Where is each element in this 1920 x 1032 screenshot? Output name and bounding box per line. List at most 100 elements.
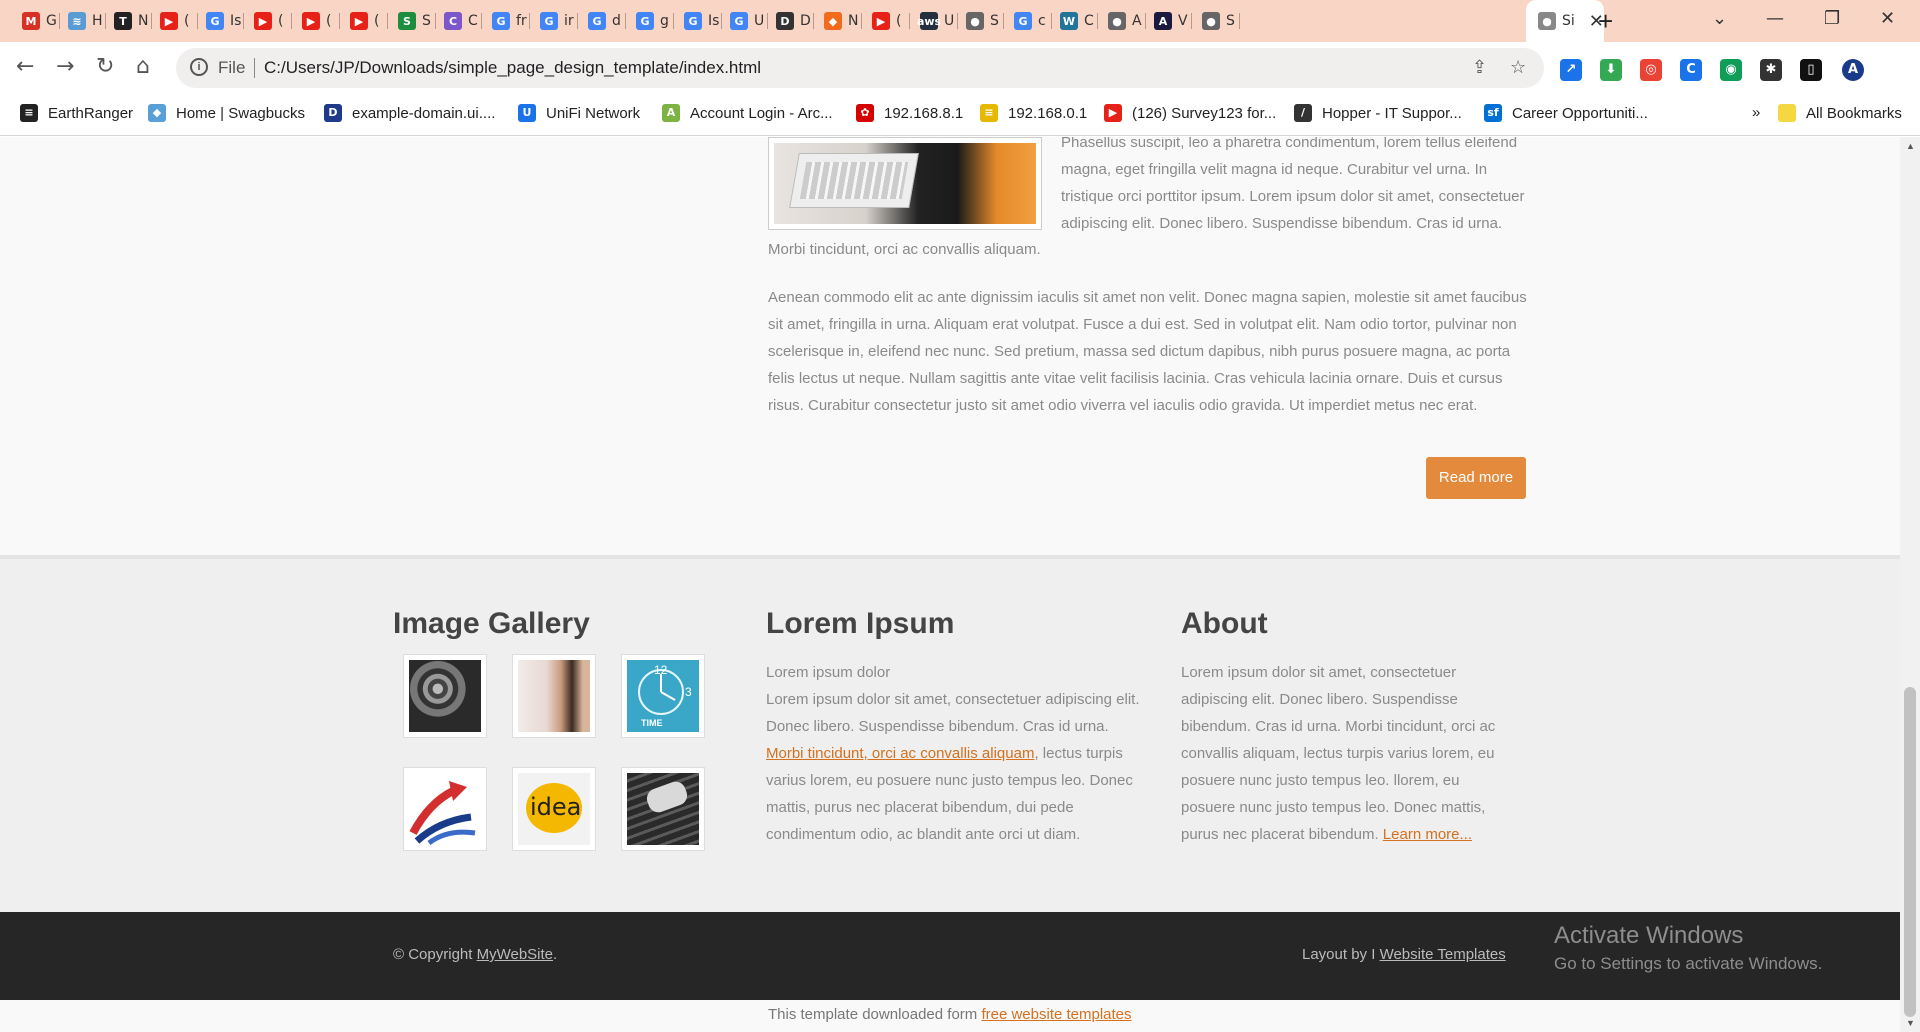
- copyright: © Copyright MyWebSite.: [393, 946, 557, 963]
- bookmark-0[interactable]: ≡ EarthRanger: [20, 104, 133, 122]
- tab-16[interactable]: DD: [768, 6, 814, 36]
- tab-9[interactable]: CC: [436, 6, 482, 36]
- bookmark-2[interactable]: Dexample-domain.ui....: [324, 104, 495, 122]
- bookmark-favicon-icon: D: [324, 104, 342, 122]
- tab-22[interactable]: WC: [1052, 6, 1098, 36]
- extension-icon-2[interactable]: ◎: [1640, 59, 1662, 81]
- tab-favicon-icon: ▶: [872, 12, 890, 30]
- tab-24[interactable]: AV: [1146, 6, 1192, 36]
- bookmark-favicon-icon: ◆: [148, 104, 166, 122]
- tab-separator: [481, 13, 482, 29]
- tab-12[interactable]: Gd: [580, 6, 626, 36]
- bookmarks-more-button[interactable]: »: [1742, 104, 1760, 121]
- bookmark-3[interactable]: U UniFi Network: [518, 104, 640, 122]
- credit-prefix: This template downloaded form: [768, 1006, 982, 1023]
- extension-icon-1[interactable]: ⬇: [1600, 59, 1622, 81]
- lorem-intro: Lorem ipsum dolor: [766, 664, 891, 681]
- gallery-thumb-idea[interactable]: idea: [512, 767, 596, 851]
- tab-17[interactable]: ◆ N: [816, 6, 862, 36]
- tab-favicon-icon: G: [636, 12, 654, 30]
- tab-5[interactable]: ▶(: [246, 6, 292, 36]
- learn-more-link[interactable]: Learn more...: [1383, 826, 1472, 843]
- extension-icon-5[interactable]: ✱: [1760, 59, 1782, 81]
- tab-4[interactable]: G Is: [198, 6, 244, 36]
- restore-button[interactable]: ❐: [1824, 8, 1840, 29]
- tab-25[interactable]: ● S: [1194, 6, 1240, 36]
- reload-button[interactable]: ↻: [96, 54, 114, 79]
- share-icon[interactable]: ⇪: [1472, 57, 1487, 78]
- bookmark-8[interactable]: / Hopper - IT Suppor...: [1294, 104, 1462, 122]
- forward-button[interactable]: →: [56, 54, 74, 79]
- bookmark-6[interactable]: ≡ 192.168.0.1: [980, 104, 1087, 122]
- tab-20[interactable]: ● S: [958, 6, 1004, 36]
- tab-23[interactable]: ● A: [1100, 6, 1146, 36]
- tab-19[interactable]: aws U: [912, 6, 958, 36]
- clock-icon: 12 3: [638, 663, 692, 715]
- tab-7[interactable]: ▶(: [342, 6, 388, 36]
- site-info-icon[interactable]: i: [190, 58, 208, 76]
- bookmark-label: (126) Survey123 for...: [1132, 104, 1277, 122]
- swirl-image: [409, 660, 481, 732]
- scrollbar-thumb[interactable]: [1904, 687, 1916, 1017]
- website-templates-link[interactable]: Website Templates: [1380, 946, 1506, 963]
- bookmark-9[interactable]: sf Career Opportuniti...: [1484, 104, 1648, 122]
- tab-18[interactable]: ▶(: [864, 6, 910, 36]
- bookmark-label: UniFi Network: [546, 104, 641, 122]
- scroll-down-arrow-icon[interactable]: ▼: [1906, 1018, 1915, 1028]
- bookmark-5[interactable]: ✿ 192.168.8.1: [856, 104, 963, 122]
- gallery-thumb-arrows[interactable]: [403, 767, 487, 851]
- tab-8[interactable]: SS: [390, 6, 436, 36]
- tab-14[interactable]: G Is: [676, 6, 722, 36]
- lorem-link[interactable]: Morbi tincidunt, orci ac convallis aliqu…: [766, 745, 1034, 762]
- tab-search-button[interactable]: ⌄: [1712, 8, 1727, 29]
- tab-21[interactable]: Gc: [1006, 6, 1052, 36]
- address-url[interactable]: C:/Users/JP/Downloads/simple_page_design…: [264, 58, 761, 78]
- tab-0[interactable]: MG: [14, 6, 60, 36]
- article-paragraph-2: Aenean commodo elit ac ante dignissim ia…: [768, 289, 1527, 414]
- bookmark-7[interactable]: ▶ (126) Survey123 for...: [1104, 104, 1276, 122]
- free-templates-link[interactable]: free website templates: [981, 1006, 1131, 1023]
- extension-icon-0[interactable]: ↗: [1560, 59, 1582, 81]
- laptop-keyboard: [789, 153, 919, 208]
- tab-2[interactable]: TN: [106, 6, 152, 36]
- bookmark-label: example-domain.ui....: [352, 104, 496, 122]
- tab-separator: [861, 13, 862, 29]
- new-tab-button[interactable]: +: [1598, 6, 1613, 36]
- idea-image: idea: [518, 773, 590, 845]
- bookmark-1[interactable]: ◆ Home | Swagbucks: [148, 104, 305, 122]
- tab-6[interactable]: ▶(: [294, 6, 340, 36]
- close-window-button[interactable]: ✕: [1880, 8, 1895, 29]
- mywebsite-link[interactable]: MyWebSite: [477, 946, 553, 963]
- tab-strip: ● Si ✕ + ⌄ — ❐ ✕ M G ≋ H T N ▶(G Is ▶(▶(▶(S S C C Gf…: [0, 0, 1920, 42]
- tab-favicon-icon: G: [588, 12, 606, 30]
- tab-favicon-icon: G: [684, 12, 702, 30]
- tab-favicon-icon: ●: [966, 12, 984, 30]
- extension-icon-6[interactable]: ▯: [1800, 59, 1822, 81]
- back-button[interactable]: ←: [16, 54, 34, 79]
- extension-icon-3[interactable]: C: [1680, 59, 1702, 81]
- tab-15[interactable]: GU: [722, 6, 768, 36]
- bookmark-star-icon[interactable]: ☆: [1510, 57, 1526, 78]
- page-scrollbar[interactable]: ▲ ▼: [1900, 137, 1920, 1032]
- scroll-up-arrow-icon[interactable]: ▲: [1906, 141, 1915, 151]
- tab-11[interactable]: Gir: [532, 6, 578, 36]
- extension-icon-7[interactable]: A: [1842, 59, 1864, 81]
- tab-10[interactable]: Gfr: [484, 6, 530, 36]
- tab-13[interactable]: Gg: [628, 6, 674, 36]
- gallery-thumb-clock[interactable]: 12 3 TIME: [621, 654, 705, 738]
- tab-active[interactable]: ● Si ✕: [1526, 0, 1604, 42]
- tab-separator: [243, 13, 244, 29]
- tab-3[interactable]: ▶(: [152, 6, 198, 36]
- gallery-thumb-headphones[interactable]: [512, 654, 596, 738]
- article-paragraph-1-tail: Morbi tincidunt, orci ac convallis aliqu…: [768, 241, 1041, 258]
- gallery-thumb-keyboard[interactable]: [621, 767, 705, 851]
- tab-1[interactable]: ≋ H: [60, 6, 106, 36]
- all-bookmarks-button[interactable]: All Bookmarks: [1778, 104, 1902, 122]
- read-more-button[interactable]: Read more: [1426, 457, 1526, 499]
- extension-icon-4[interactable]: ◉: [1720, 59, 1742, 81]
- address-bar[interactable]: i File C:/Users/JP/Downloads/simple_page…: [176, 48, 1544, 88]
- gallery-thumb-swirl[interactable]: [403, 654, 487, 738]
- minimize-button[interactable]: —: [1766, 8, 1784, 29]
- bookmark-4[interactable]: A Account Login - Arc...: [662, 104, 833, 122]
- home-button[interactable]: ⌂: [136, 54, 150, 79]
